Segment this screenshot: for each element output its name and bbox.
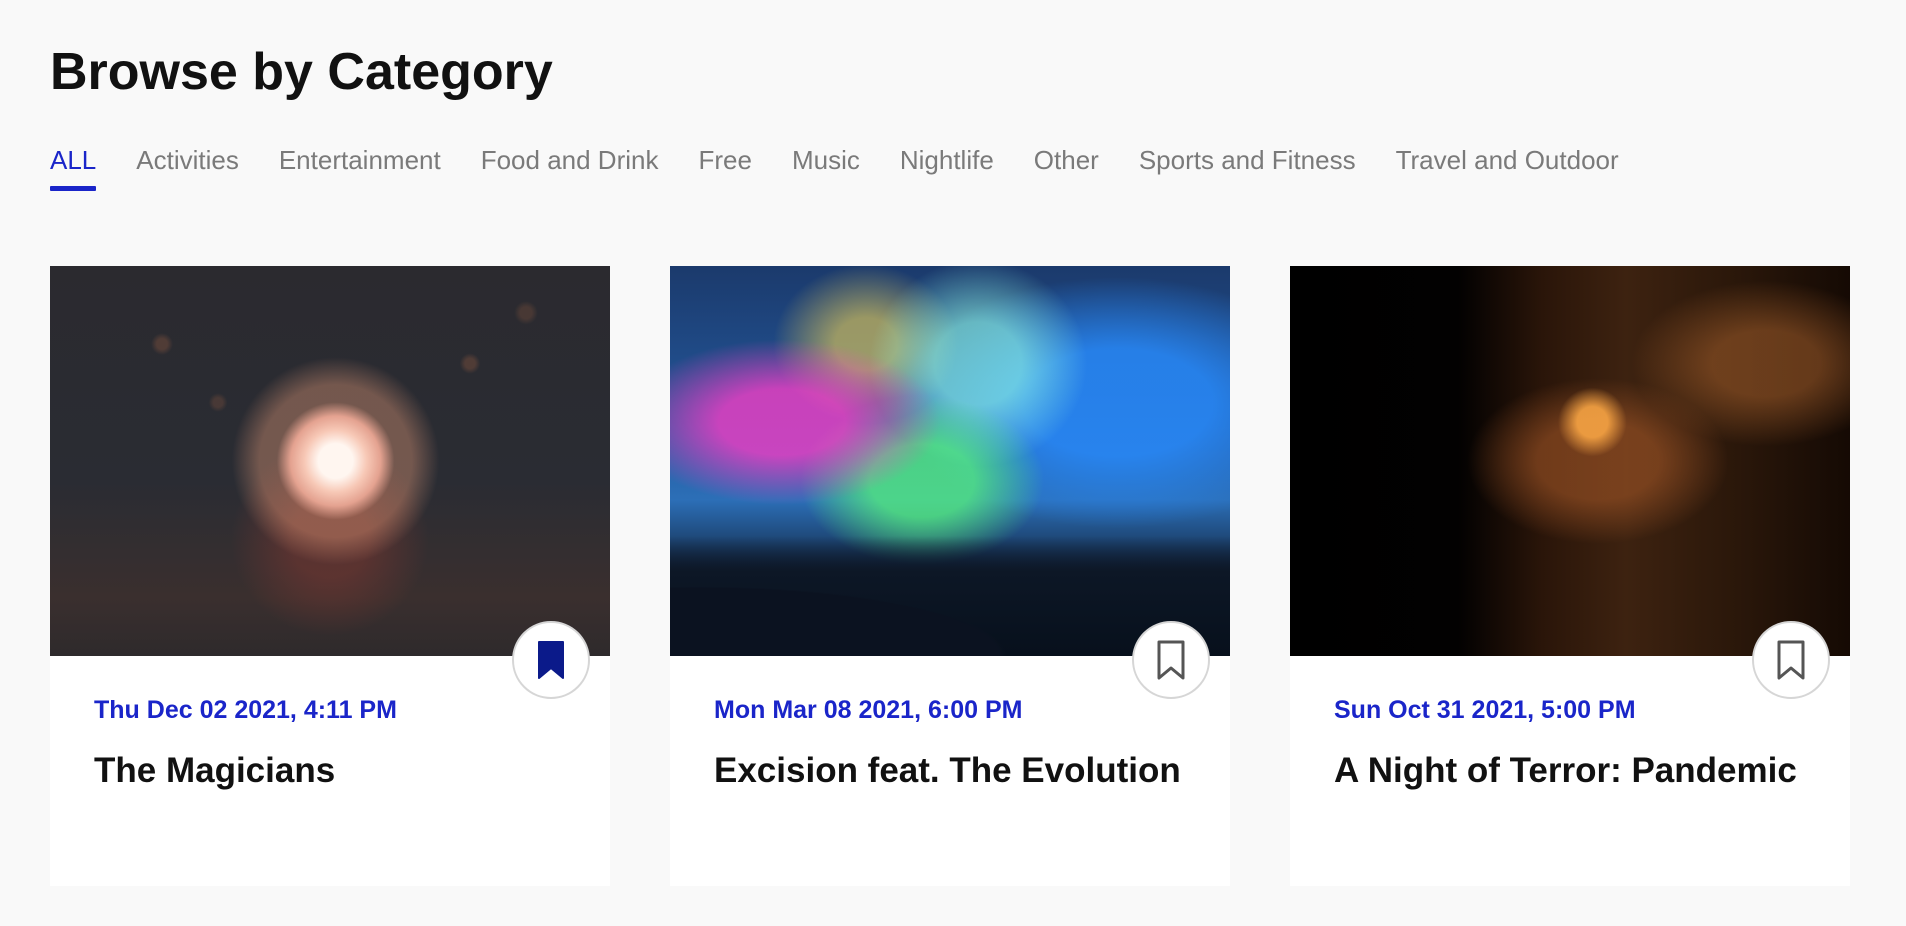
category-tabs: ALL Activities Entertainment Food and Dr… [50,140,1659,200]
tab-entertainment[interactable]: Entertainment [279,140,441,180]
event-card[interactable]: Thu Dec 02 2021, 4:11 PM The Magicians [50,266,610,886]
event-card-body: Mon Mar 08 2021, 6:00 PM Excision feat. … [714,694,1210,792]
bookmark-button[interactable] [1752,621,1830,699]
event-card-list: Thu Dec 02 2021, 4:11 PM The Magicians M… [50,266,1850,886]
tab-nightlife[interactable]: Nightlife [900,140,994,180]
event-date: Sun Oct 31 2021, 5:00 PM [1334,696,1636,724]
event-card-body: Sun Oct 31 2021, 5:00 PM A Night of Terr… [1334,694,1830,792]
event-date: Mon Mar 08 2021, 6:00 PM [714,696,1023,724]
event-card[interactable]: Mon Mar 08 2021, 6:00 PM Excision feat. … [670,266,1230,886]
event-card-body: Thu Dec 02 2021, 4:11 PM The Magicians [94,694,590,792]
tab-sports-and-fitness[interactable]: Sports and Fitness [1139,140,1356,180]
event-title[interactable]: A Night of Terror: Pandemic [1334,750,1830,792]
event-image[interactable] [1290,266,1850,656]
event-title[interactable]: The Magicians [94,750,590,792]
bookmark-outline-icon [1777,640,1805,680]
event-image[interactable] [50,266,610,656]
bookmark-button[interactable] [1132,621,1210,699]
bookmark-button[interactable] [512,621,590,699]
event-image[interactable] [670,266,1230,656]
bookmark-outline-icon [1157,640,1185,680]
tab-music[interactable]: Music [792,140,860,180]
tab-all[interactable]: ALL [50,140,97,191]
tab-food-and-drink[interactable]: Food and Drink [481,140,659,180]
event-date: Thu Dec 02 2021, 4:11 PM [94,696,397,724]
bookmark-filled-icon [538,641,564,679]
tab-other[interactable]: Other [1034,140,1099,180]
tab-activities[interactable]: Activities [136,140,239,180]
event-title[interactable]: Excision feat. The Evolution [714,750,1210,792]
browse-page: Browse by Category ALL Activities Entert… [0,0,1906,926]
page-title: Browse by Category [50,43,553,101]
tab-travel-and-outdoor[interactable]: Travel and Outdoor [1396,140,1619,180]
tab-free[interactable]: Free [698,140,751,180]
event-card[interactable]: Sun Oct 31 2021, 5:00 PM A Night of Terr… [1290,266,1850,886]
